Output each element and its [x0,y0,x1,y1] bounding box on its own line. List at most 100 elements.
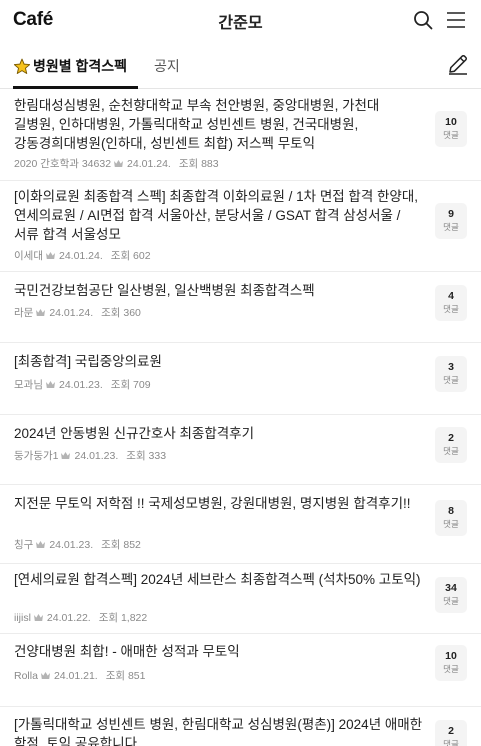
comment-label: 댓글 [443,596,459,606]
post-title[interactable]: [최종합격] 국립중앙의료원 [14,352,424,371]
cafe-logo[interactable]: Café [13,9,53,31]
post-author: Rolla [14,669,38,682]
post-meta: 라문 24.01.24. 조회 360 [14,305,141,320]
comment-count: 2 [448,432,454,444]
post-author: 라문 [14,307,34,319]
comment-count: 8 [448,505,454,517]
post-views: 조회 851 [105,670,146,682]
tab-notice[interactable]: 공지 [154,56,180,76]
comment-count: 9 [448,208,454,220]
pencil-icon [449,54,468,75]
menu-icon [447,12,465,28]
post-author: 모과님 [14,379,43,391]
post-date: 24.01.24. [127,157,171,170]
list-item[interactable]: 한림대성심병원, 순천향대학교 부속 천안병원, 중앙대병원, 가천대 길병원,… [0,89,481,181]
post-meta: 이세대 24.01.24. 조회 602 [14,248,151,263]
menu-button[interactable] [444,8,468,32]
post-title[interactable]: 2024년 안동병원 신규간호사 최종합격후기 [14,424,424,443]
comment-label: 댓글 [443,739,459,746]
list-item[interactable]: 2024년 안동병원 신규간호사 최종합격후기 둥가둥가1 24.01.23. … [0,415,481,485]
comment-label: 댓글 [443,222,459,232]
cafe-title[interactable]: 간준모 [218,15,262,32]
list-item[interactable]: 지전문 무토익 저학점 !! 국제성모병원, 강원대병원, 명지병원 합격후기!… [0,485,481,564]
post-date: 24.01.24. [58,249,103,262]
post-views: 조회 883 [178,158,219,170]
post-title[interactable]: 국민건강보험공단 일산병원, 일산백병원 최종합격스펙 [14,281,424,300]
comment-count-box[interactable]: 2 댓글 [435,720,467,746]
search-button[interactable] [411,8,435,32]
comment-count: 34 [445,582,457,594]
comment-count-box[interactable]: 8 댓글 [435,500,467,536]
post-views: 조회 360 [101,307,141,319]
post-title[interactable]: [이화의료원 최종합격 스펙] 최종합격 이화의료원 / 1차 면접 합격 한양… [14,187,424,244]
post-date: 24.01.21. [53,669,98,682]
comment-label: 댓글 [443,519,459,529]
cafe-title-bar: 간준모 [0,9,481,33]
post-title[interactable]: 한림대성심병원, 순천향대학교 부속 천안병원, 중앙대병원, 가천대 길병원,… [14,96,424,153]
post-views: 조회 709 [110,379,151,391]
post-title[interactable]: 건양대병원 최합! - 애매한 성적과 무토익 [14,642,424,661]
list-item[interactable]: 국민건강보험공단 일산병원, 일산백병원 최종합격스펙 라문 24.01.24.… [0,272,481,343]
write-button[interactable] [446,52,470,76]
crown-icon [45,381,55,388]
crown-icon [33,614,43,621]
star-icon [13,58,31,75]
crown-icon [40,672,50,679]
comment-label: 댓글 [443,375,459,385]
list-item[interactable]: [연세의료원 합격스펙] 2024년 세브란스 최종합격스펙 (석차50% 고토… [0,564,481,634]
post-date: 24.01.23. [49,538,94,551]
comment-count-box[interactable]: 9 댓글 [435,203,467,239]
list-item[interactable]: [최종합격] 국립중앙의료원 모과님 24.01.23. 조회 709 3 댓글 [0,343,481,415]
comment-label: 댓글 [443,130,459,140]
post-views: 조회 852 [101,539,141,551]
crown-icon [61,452,71,459]
comment-count-box[interactable]: 2 댓글 [435,427,467,463]
post-author: iijisl [14,611,31,624]
crown-icon [45,252,55,259]
post-views: 조회 1,822 [98,612,148,624]
crown-icon [36,541,46,548]
post-title[interactable]: 지전문 무토익 저학점 !! 국제성모병원, 강원대병원, 명지병원 합격후기!… [14,494,424,513]
post-meta: iijisl 24.01.22. 조회 1,822 [14,610,147,625]
post-views: 조회 602 [110,250,151,262]
comment-label: 댓글 [443,304,459,314]
list-item[interactable]: [가톨릭대학교 성빈센트 병원, 한림대학교 성심병원(평촌)] 2024년 애… [0,707,481,746]
post-meta: Rolla 24.01.21. 조회 851 [14,668,146,683]
list-item[interactable]: [이화의료원 최종합격 스펙] 최종합격 이화의료원 / 1차 면접 합격 한양… [0,181,481,272]
post-meta: 모과님 24.01.23. 조회 709 [14,377,151,392]
board-tabs: 병원별 합격스펙 공지 [0,40,481,89]
post-author: 둥가둥가1 [14,450,59,462]
comment-count-box[interactable]: 34 댓글 [435,577,467,613]
post-meta: 둥가둥가1 24.01.23. 조회 333 [14,448,166,463]
top-bar: Café 간준모 [0,0,481,40]
comment-count-box[interactable]: 4 댓글 [435,285,467,321]
search-icon [414,11,433,30]
post-views: 조회 333 [126,450,167,462]
post-title[interactable]: [가톨릭대학교 성빈센트 병원, 한림대학교 성심병원(평촌)] 2024년 애… [14,715,424,746]
comment-count-box[interactable]: 10 댓글 [435,111,467,147]
comment-label: 댓글 [443,664,459,674]
post-date: 24.01.22. [46,611,91,624]
list-item[interactable]: 건양대병원 최합! - 애매한 성적과 무토익 Rolla 24.01.21. … [0,634,481,707]
comment-count: 10 [445,116,457,128]
comment-count: 3 [448,361,454,373]
tab-hospital-specs[interactable]: 병원별 합격스펙 [13,56,127,76]
comment-count: 2 [448,725,454,737]
post-meta: 2020 간호학과 34632 24.01.24. 조회 883 [14,156,219,171]
post-author: 이세대 [14,250,43,262]
tab-hospital-specs-label: 병원별 합격스펙 [33,58,128,74]
post-title[interactable]: [연세의료원 합격스펙] 2024년 세브란스 최종합격스펙 (석차50% 고토… [14,570,424,589]
post-date: 24.01.24. [49,306,94,319]
crown-icon [36,309,46,316]
crown-icon [114,160,124,167]
post-date: 24.01.23. [74,449,119,462]
post-meta: 칭구 24.01.23. 조회 852 [14,537,141,552]
comment-label: 댓글 [443,446,459,456]
comment-count-box[interactable]: 10 댓글 [435,645,467,681]
post-author: 2020 간호학과 34632 [14,158,112,170]
comment-count: 10 [445,650,457,662]
comment-count: 4 [448,290,454,302]
comment-count-box[interactable]: 3 댓글 [435,356,467,392]
post-author: 칭구 [14,539,34,551]
post-date: 24.01.23. [58,378,103,391]
